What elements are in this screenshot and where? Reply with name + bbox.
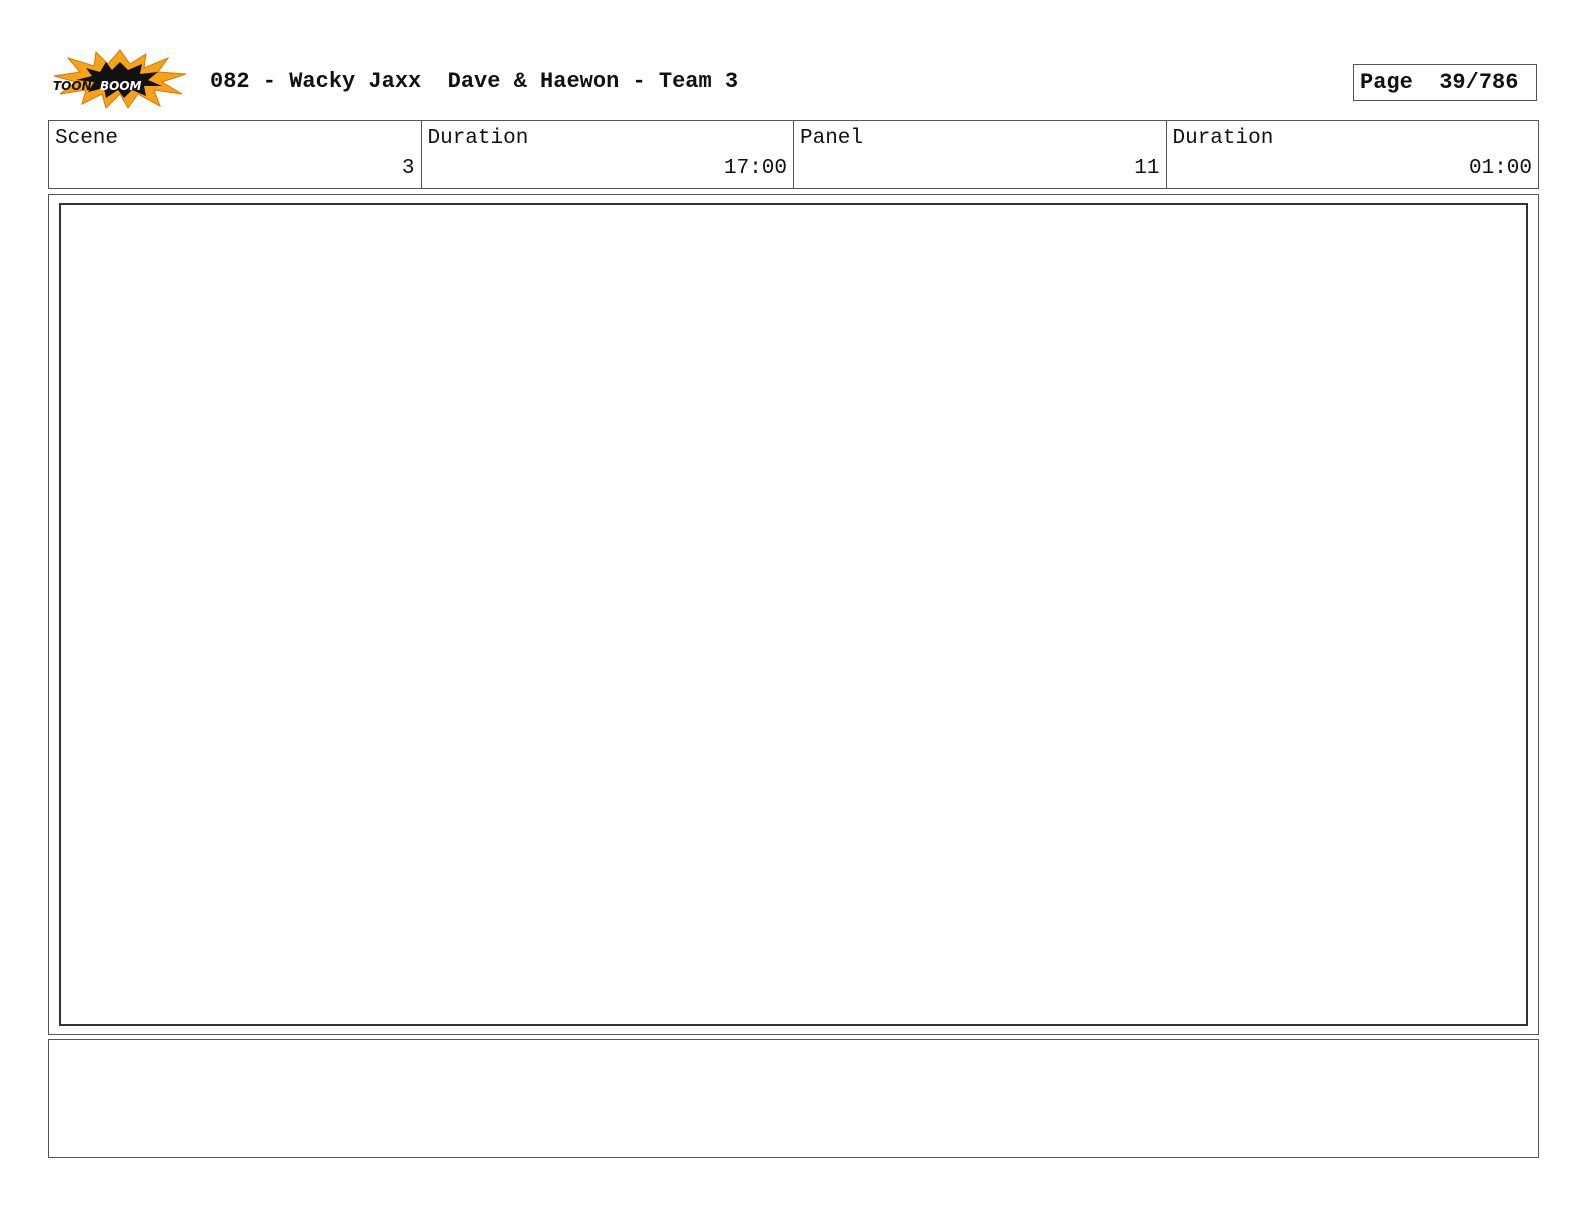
- info-label: Panel: [800, 127, 864, 150]
- info-value: 11: [1134, 157, 1160, 180]
- info-label: Duration: [427, 127, 529, 150]
- svg-text:BOOM: BOOM: [100, 79, 142, 93]
- info-cell-panel: Panel 11: [794, 121, 1167, 188]
- svg-text:TOON: TOON: [53, 79, 92, 93]
- storyboard-panel-frame: [48, 194, 1539, 1035]
- info-cell-scene: Scene 3: [49, 121, 422, 188]
- panel-notes-box: [48, 1039, 1539, 1158]
- info-value: 3: [401, 157, 415, 180]
- info-label: Scene: [55, 127, 119, 150]
- info-value: 01:00: [1468, 157, 1532, 180]
- info-value: 17:00: [723, 157, 787, 180]
- info-cell-panel-duration: Duration 01:00: [1167, 121, 1539, 188]
- page-number: Page 39/786: [1353, 64, 1537, 101]
- page-title: 082 - Wacky Jaxx Dave & Haewon - Team 3: [210, 69, 739, 94]
- storyboard-panel-image-area: [59, 203, 1528, 1026]
- toon-boom-logo-icon: TOON BOOM: [50, 48, 190, 110]
- info-table: Scene 3 Duration 17:00 Panel 11 Duration…: [48, 120, 1539, 189]
- info-label: Duration: [1172, 127, 1274, 150]
- info-cell-scene-duration: Duration 17:00: [422, 121, 794, 188]
